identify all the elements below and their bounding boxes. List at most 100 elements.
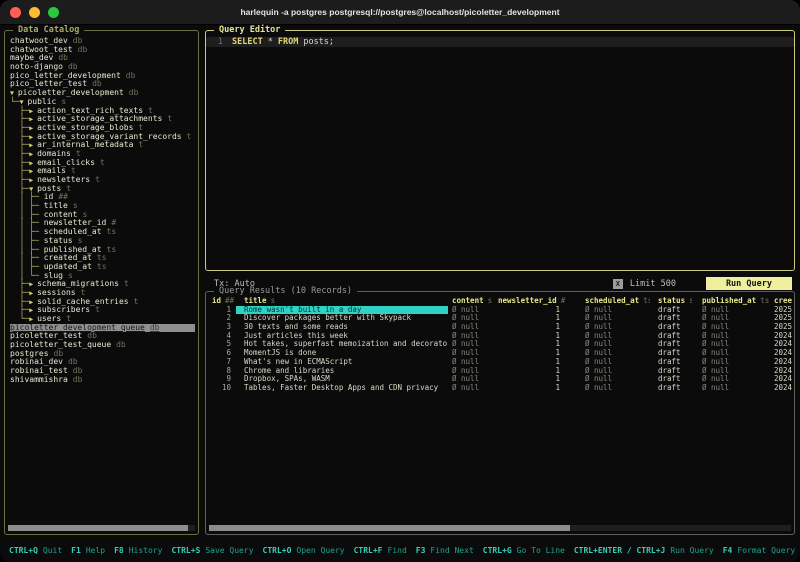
chevron-right-icon[interactable]: ▶ [29,150,37,158]
table-cell[interactable]: Ø null [448,332,498,341]
table-cell[interactable]: 2024 [774,367,792,376]
table-cell[interactable]: Ø null [574,340,650,349]
hotkey-item[interactable]: F3Find Next [416,546,474,555]
table-cell[interactable]: draft [650,340,692,349]
table-cell[interactable]: Ø null [692,314,774,323]
table-cell[interactable]: 1 [498,358,574,367]
table-cell[interactable]: Ø null [692,375,774,384]
chevron-right-icon[interactable]: ▶ [29,107,37,115]
catalog-hscrollbar-thumb[interactable] [8,525,188,531]
table-cell[interactable]: 1 [208,306,236,315]
table-cell[interactable]: 2024 [774,375,792,384]
table-cell[interactable]: Ø null [574,332,650,341]
table-cell[interactable]: 1 [498,314,574,323]
maximize-button[interactable] [48,7,59,18]
table-cell[interactable]: draft [650,384,692,393]
table-cell[interactable]: draft [650,367,692,376]
table-cell[interactable]: Ø null [448,306,498,315]
hotkey-item[interactable]: F1Help [71,546,105,555]
table-cell[interactable]: Dropbox, SPAs, WASM [236,375,448,384]
table-cell[interactable]: draft [650,332,692,341]
table-cell[interactable]: Ø null [692,340,774,349]
chevron-right-icon[interactable]: ▶ [29,280,37,288]
hotkey-item[interactable]: CTRL+SSave Query [171,546,253,555]
editor-current-line[interactable]: 1 SELECT * FROM posts; [206,37,794,47]
column-header[interactable]: scheduled_atts [574,297,650,306]
table-cell[interactable]: Ø null [574,375,650,384]
chevron-right-icon[interactable]: ▶ [29,124,37,132]
table-cell[interactable]: 10 [208,384,236,393]
hotkey-item[interactable]: CTRL+OOpen Query [263,546,345,555]
table-cell[interactable]: 2025 [774,323,792,332]
table-cell[interactable]: draft [650,358,692,367]
table-cell[interactable]: 2025 [774,306,792,315]
table-cell[interactable]: 1 [498,340,574,349]
hotkey-item[interactable]: CTRL+FFind [354,546,407,555]
table-cell[interactable]: 1 [498,332,574,341]
column-header[interactable]: published_atts [692,297,774,306]
table-cell[interactable]: 4 [208,332,236,341]
chevron-right-icon[interactable]: ▶ [29,176,37,184]
table-cell[interactable]: Ø null [574,384,650,393]
chevron-right-icon[interactable]: ▶ [29,167,37,175]
column-header[interactable]: titles [236,297,448,306]
table-cell[interactable]: 1 [498,306,574,315]
table-cell[interactable]: Ø null [574,367,650,376]
table-cell[interactable]: 3 [208,323,236,332]
table-cell[interactable]: 5 [208,340,236,349]
column-header[interactable]: contents [448,297,498,306]
chevron-right-icon[interactable]: ▶ [29,115,37,123]
table-cell[interactable]: draft [650,306,692,315]
chevron-right-icon[interactable]: ▶ [29,298,37,306]
table-cell[interactable]: 2025 [774,314,792,323]
table-cell[interactable]: 2024 [774,332,792,341]
table-cell[interactable]: Discover packages better with Skypack [236,314,448,323]
table-cell[interactable]: Ø null [574,314,650,323]
table-cell[interactable]: draft [650,349,692,358]
table-cell[interactable]: Ø null [448,323,498,332]
table-cell[interactable]: Ø null [692,358,774,367]
hotkey-item[interactable]: CTRL+GGo To Line [483,546,565,555]
table-cell[interactable]: 1 [498,375,574,384]
chevron-right-icon[interactable]: ▶ [29,133,37,141]
table-cell[interactable]: 6 [208,349,236,358]
table-cell[interactable]: Ø null [448,384,498,393]
minimize-button[interactable] [29,7,40,18]
table-cell[interactable]: 2 [208,314,236,323]
close-button[interactable] [10,7,21,18]
table-cell[interactable]: Ø null [574,358,650,367]
hotkey-item[interactable]: CTRL+ENTER / CTRL+JRun Query [574,546,714,555]
table-cell[interactable]: draft [650,314,692,323]
column-header[interactable]: newsletter_id# [498,297,574,306]
limit-checkbox[interactable]: X [613,279,623,289]
table-cell[interactable]: Chrome and libraries [236,367,448,376]
chevron-right-icon[interactable]: ▶ [29,159,37,167]
table-cell[interactable]: draft [650,323,692,332]
table-cell[interactable]: What's new in ECMAScript [236,358,448,367]
results-hscrollbar-thumb[interactable] [209,525,570,531]
table-cell[interactable]: Ø null [692,332,774,341]
chevron-right-icon[interactable]: ▶ [29,289,37,297]
hotkey-item[interactable]: F4Format Query [723,546,795,555]
table-cell[interactable]: 2024 [774,384,792,393]
table-cell[interactable]: Ø null [448,358,498,367]
catalog-item[interactable]: shivammishradb [10,376,195,385]
table-cell[interactable]: Ø null [692,384,774,393]
table-cell[interactable]: 7 [208,358,236,367]
table-cell[interactable]: 2024 [774,340,792,349]
table-cell[interactable]: MomentJS is done [236,349,448,358]
table-cell[interactable]: 1 [498,367,574,376]
table-cell[interactable]: Tables, Faster Desktop Apps and CDN priv… [236,384,448,393]
table-cell[interactable]: Ø null [574,349,650,358]
table-cell[interactable]: Ø null [692,323,774,332]
column-header[interactable]: statuss [650,297,692,306]
table-cell[interactable]: Ø null [692,349,774,358]
table-cell[interactable]: Hot takes, superfast memoization and dec… [236,340,448,349]
table-cell[interactable]: Just articles this week [236,332,448,341]
table-cell[interactable]: 1 [498,349,574,358]
column-header[interactable]: id## [208,297,236,306]
table-cell[interactable]: 9 [208,375,236,384]
table-cell[interactable]: 8 [208,367,236,376]
table-cell[interactable]: 1 [498,323,574,332]
table-cell[interactable]: Ø null [448,314,498,323]
